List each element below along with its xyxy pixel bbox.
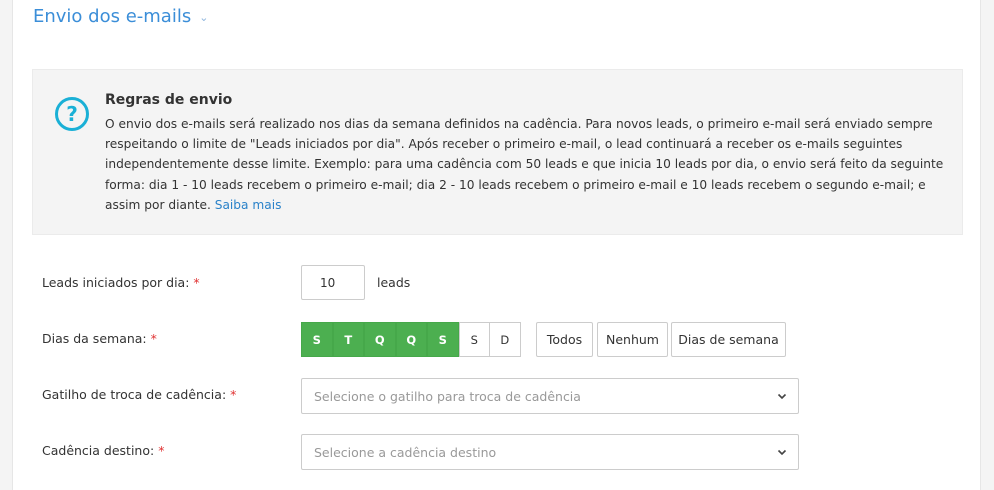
day-toggle-friday[interactable]: S <box>427 322 459 357</box>
learn-more-link[interactable]: Saiba mais <box>215 198 282 212</box>
chevron-down-icon <box>777 449 787 456</box>
select-weekdays-button[interactable]: Dias de semana <box>671 322 786 357</box>
trigger-placeholder: Selecione o gatilho para troca de cadênc… <box>314 388 581 404</box>
day-toggle-sunday[interactable]: D <box>489 322 521 357</box>
leads-per-day-label: Leads iniciados por dia: * <box>42 275 200 290</box>
chevron-down-icon: ⌄ <box>199 11 209 24</box>
chevron-down-icon <box>777 393 787 400</box>
destination-select[interactable]: Selecione a cadência destino <box>301 434 799 470</box>
sending-rules-info-box: ? Regras de envio O envio dos e-mails se… <box>32 69 963 235</box>
destination-placeholder: Selecione a cadência destino <box>314 444 497 460</box>
trigger-select[interactable]: Selecione o gatilho para troca de cadênc… <box>301 378 799 414</box>
select-no-days-button[interactable]: Nenhum <box>597 322 668 357</box>
select-all-days-button[interactable]: Todos <box>536 322 593 357</box>
trigger-label: Gatilho de troca de cadência: * <box>42 387 237 402</box>
destination-label: Cadência destino: * <box>42 443 165 458</box>
day-toggle-tuesday[interactable]: T <box>332 322 364 357</box>
section-title: Envio dos e-mails <box>33 6 192 27</box>
day-toggle-wednesday[interactable]: Q <box>364 322 396 357</box>
weekday-toggle-group: S T Q Q S S D <box>301 322 521 357</box>
email-sending-panel: Envio dos e-mails ⌄ ? Regras de envio O … <box>12 0 981 490</box>
leads-per-day-input[interactable] <box>301 265 365 300</box>
leads-unit: leads <box>377 275 411 290</box>
section-title-toggle[interactable]: Envio dos e-mails ⌄ <box>33 6 208 27</box>
day-toggle-thursday[interactable]: Q <box>395 322 427 357</box>
day-toggle-saturday[interactable]: S <box>458 322 490 357</box>
question-circle-icon: ? <box>55 97 89 131</box>
info-text: O envio dos e-mails será realizado nos d… <box>105 114 945 215</box>
day-toggle-monday[interactable]: S <box>301 322 333 357</box>
weekdays-label: Dias da semana: * <box>42 331 157 346</box>
info-title: Regras de envio <box>105 92 233 108</box>
